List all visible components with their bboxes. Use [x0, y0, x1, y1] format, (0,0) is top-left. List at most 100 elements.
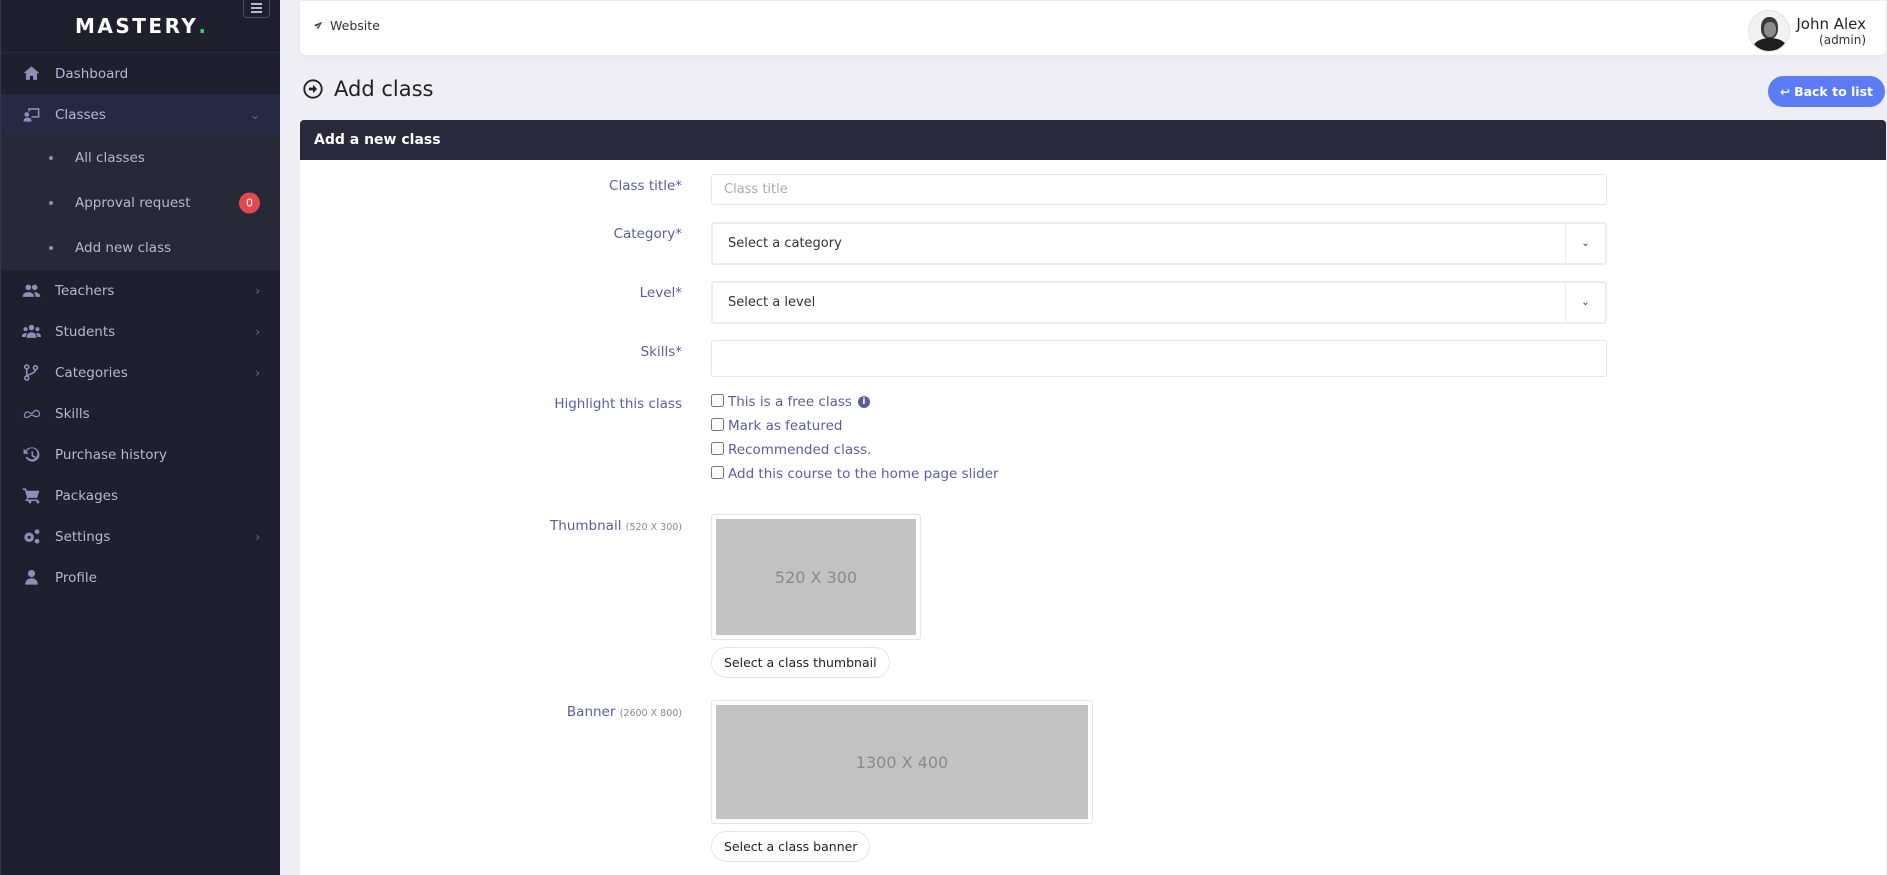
sidebar-toggle-button[interactable]	[243, 0, 270, 18]
sidebar-item-label: Purchase history	[55, 446, 168, 463]
sidebar-item-students[interactable]: Students ›	[1, 311, 280, 352]
thumbnail-label: Thumbnail (520 X 300)	[550, 518, 682, 534]
thumbnail-preview: 520 X 300	[711, 514, 921, 640]
sidebar-item-label: Settings	[55, 528, 111, 545]
sidebar-item-label: Packages	[55, 487, 118, 504]
sidebar-item-dashboard[interactable]: Dashboard	[1, 53, 280, 94]
skills-control	[711, 340, 1607, 377]
sidebar-item-skills[interactable]: Skills	[1, 393, 280, 434]
sidebar-item-purchase-history[interactable]: Purchase history	[1, 434, 280, 475]
recommended-option[interactable]: Recommended class.	[711, 441, 999, 458]
category-selected-value: Select a category	[728, 236, 842, 251]
sidebar-subitem-add-new-class[interactable]: Add new class	[1, 225, 280, 270]
free-class-checkbox[interactable]	[711, 393, 724, 407]
thumbnail-size-hint: (520 X 300)	[625, 522, 682, 533]
user-role: (admin)	[1819, 32, 1866, 47]
arrow-circle-right-icon	[303, 79, 323, 99]
sidebar-nav: Dashboard Classes ⌄ All classes Approval…	[1, 53, 280, 598]
sidebar-item-packages[interactable]: Packages	[1, 475, 280, 516]
bullet-icon	[49, 200, 53, 205]
recommended-label: Recommended class.	[728, 442, 872, 458]
page-header: Add class	[302, 77, 433, 101]
sidebar-item-label: Classes	[55, 106, 106, 123]
brand-dot: .	[198, 14, 206, 38]
page-title: Add class	[334, 77, 434, 101]
sidebar-item-label: Skills	[55, 405, 90, 422]
chevron-right-icon: ›	[255, 324, 260, 339]
sidebar-subitem-label: Add new class	[75, 239, 172, 256]
highlight-options: This is a free class i Mark as featured …	[711, 393, 999, 482]
featured-option[interactable]: Mark as featured	[711, 417, 999, 434]
thumbnail-placeholder-image: 520 X 300	[716, 519, 916, 635]
sidebar-item-classes[interactable]: Classes ⌄	[1, 94, 280, 135]
category-label: Category*	[613, 226, 682, 242]
menu-icon-bar	[251, 11, 262, 13]
sidebar-subitem-label: All classes	[75, 149, 145, 166]
level-select[interactable]: Select a level ⌄	[711, 281, 1607, 324]
brand: MASTERY.	[1, 0, 280, 53]
level-label: Level*	[639, 285, 682, 301]
sidebar-item-categories[interactable]: Categories ›	[1, 352, 280, 393]
thumbnail-label-text: Thumbnail	[550, 518, 622, 534]
sidebar-subitem-approval-request[interactable]: Approval request 0	[1, 180, 280, 225]
avatar-body	[1753, 38, 1788, 51]
banner-label-text: Banner	[566, 704, 616, 720]
banner-placeholder-image: 1300 X 400	[716, 705, 1088, 819]
category-select[interactable]: Select a category ⌄	[711, 222, 1607, 265]
bullet-icon	[49, 245, 53, 250]
select-thumbnail-button[interactable]: Select a class thumbnail	[711, 647, 890, 678]
featured-checkbox[interactable]	[711, 417, 724, 431]
code-branch-icon	[21, 363, 41, 383]
skills-label: Skills*	[640, 344, 682, 360]
level-control: Select a level ⌄	[711, 281, 1607, 324]
free-class-label: This is a free class	[728, 394, 852, 410]
home-slider-label: Add this course to the home page slider	[728, 466, 999, 482]
website-link[interactable]: Website	[313, 18, 380, 33]
cart-icon	[21, 486, 41, 506]
bullet-icon	[49, 155, 53, 160]
thumbnail-control: 520 X 300 Select a class thumbnail	[711, 514, 921, 678]
chevron-right-icon: ›	[255, 365, 260, 380]
brand-logo[interactable]: MASTERY	[75, 14, 198, 38]
sidebar: MASTERY. Dashboard Classes ⌄ All classes…	[0, 0, 280, 875]
user-info: John Alex (admin)	[1796, 14, 1866, 47]
classes-submenu: All classes Approval request 0 Add new c…	[1, 135, 280, 270]
classroom-icon	[21, 105, 41, 125]
infinity-icon	[21, 404, 41, 424]
user-name: John Alex	[1796, 14, 1866, 33]
back-to-list-button[interactable]: ↩ Back to list	[1768, 76, 1885, 107]
featured-label: Mark as featured	[728, 418, 843, 434]
banner-size-hint: (2600 X 800)	[619, 708, 682, 719]
user-menu[interactable]: John Alex (admin)	[1748, 10, 1866, 52]
banner-control: 1300 X 400 Select a class banner	[711, 700, 1093, 862]
select-banner-button[interactable]: Select a class banner	[711, 831, 871, 862]
chevron-down-icon: ⌄	[1565, 224, 1605, 263]
card-title: Add a new class	[300, 120, 1886, 160]
sidebar-subitem-all-classes[interactable]: All classes	[1, 135, 280, 180]
users-icon	[21, 322, 41, 342]
back-to-list-label: Back to list	[1794, 84, 1873, 99]
home-slider-option[interactable]: Add this course to the home page slider	[711, 465, 999, 482]
sidebar-subitem-label: Approval request	[75, 194, 191, 211]
reply-icon: ↩	[1780, 84, 1791, 99]
sidebar-item-settings[interactable]: Settings ›	[1, 516, 280, 557]
banner-label: Banner (2600 X 800)	[567, 704, 682, 720]
class-title-label: Class title*	[609, 178, 682, 194]
sidebar-item-profile[interactable]: Profile	[1, 557, 280, 598]
info-icon[interactable]: i	[857, 396, 870, 408]
sidebar-item-label: Students	[55, 323, 116, 340]
sidebar-item-label: Teachers	[55, 282, 115, 299]
skills-input[interactable]	[711, 340, 1607, 377]
gears-icon	[21, 527, 41, 547]
class-title-input[interactable]	[711, 174, 1607, 205]
approval-count-badge: 0	[239, 192, 260, 213]
free-class-option[interactable]: This is a free class i	[711, 393, 999, 410]
banner-preview: 1300 X 400	[711, 700, 1093, 824]
home-slider-checkbox[interactable]	[711, 465, 724, 479]
chevron-down-icon: ⌄	[1565, 283, 1605, 322]
recommended-checkbox[interactable]	[711, 441, 724, 455]
avatar-face	[1764, 22, 1777, 37]
sidebar-item-teachers[interactable]: Teachers ›	[1, 270, 280, 311]
home-icon	[21, 64, 41, 84]
user-icon	[21, 568, 41, 588]
